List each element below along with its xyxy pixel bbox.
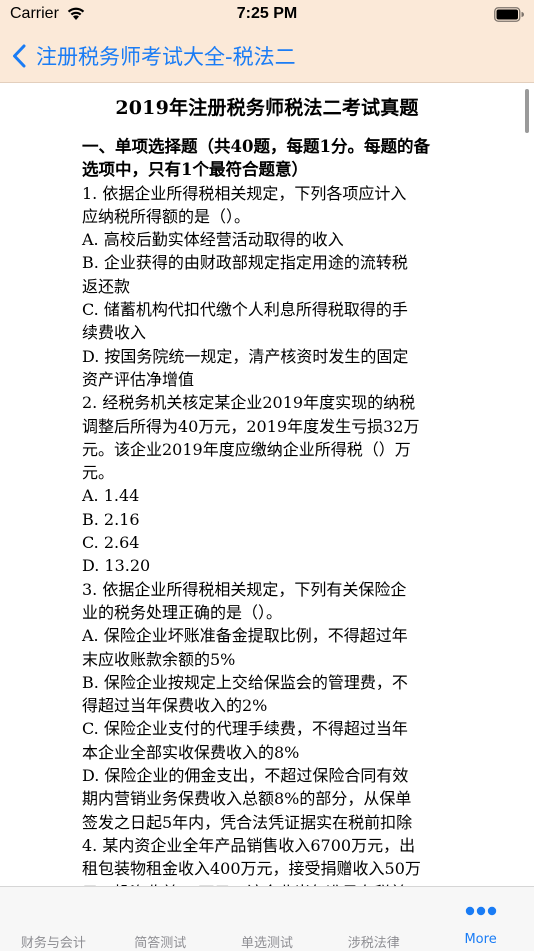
tab-label: 单选测试 xyxy=(240,936,293,951)
document-title: 2019年注册税务师税法二考试真题 xyxy=(115,97,419,119)
tab-label: More xyxy=(464,932,497,947)
tab-more[interactable]: More xyxy=(427,887,534,951)
document-line: 续费收入 xyxy=(82,323,147,343)
section-heading: 一、单项选择题（共40题，每题1分。每题的备 选项中，只有1个最符合题意） xyxy=(82,135,458,182)
document-line: 签发之日起5年内，凭合法凭证据实在税前扣除 xyxy=(82,812,413,832)
document-line: 调整后所得为40万元，2019年度发生亏损32万 xyxy=(82,416,420,436)
document-line: D. 13.20 xyxy=(82,556,151,576)
document-line: A. 高校后勤实体经营活动取得的收入 xyxy=(82,230,344,250)
clock-time: 7:25 PM xyxy=(236,5,298,22)
chevron-left-icon xyxy=(13,44,26,68)
tab-short-answer-test[interactable]: 简答测试 xyxy=(107,887,214,951)
section-heading-line: 一、单项选择题（共40题，每题1分。每题的备 xyxy=(82,137,430,156)
tab-label: 简答测试 xyxy=(134,936,187,951)
document-line: B. 企业获得的由财政部规定指定用途的流转税 xyxy=(82,253,408,273)
document-line: 3. 依据企业所得税相关规定，下列有关保险企 xyxy=(82,579,407,599)
section-heading-line: 选项中，只有1个最符合题意） xyxy=(82,160,308,180)
document-line: 1. 依据企业所得税相关规定，下列各项应计入 xyxy=(82,183,407,203)
document-line: A. 1.44 xyxy=(82,486,140,506)
tab-label: 财务与会计 xyxy=(20,936,86,951)
tab-single-choice-test[interactable]: 单选测试 xyxy=(214,887,321,951)
battery-icon xyxy=(494,7,524,22)
document-line: D. 按国务院统一规定，清产核资时发生的固定 xyxy=(82,346,409,366)
document-body: 一、单项选择题（共40题，每题1分。每题的备 选项中，只有1个最符合题意） 1.… xyxy=(82,135,458,886)
document-line: 末应收账款余额的5% xyxy=(82,649,236,669)
document-line: 租包装物租金收入400万元，接受捐赠收入50万 xyxy=(82,859,421,879)
question-text: 1. 依据企业所得税相关规定，下列各项应计入 应纳税所得额的是（）。 A. 高校后勤… xyxy=(82,182,458,886)
document-line: 返还款 xyxy=(82,276,131,296)
back-button[interactable]: 注册税务师考试大全-税法二 xyxy=(12,38,296,74)
document-line: 元。该企业2019年度应缴纳企业所得税（）万 xyxy=(82,439,411,459)
document-line: 业的税务处理正确的是（）。 xyxy=(82,602,283,622)
document-line: 本企业全部实收保费收入的8% xyxy=(82,742,300,762)
navigation-bar: 注册税务师考试大全-税法二 xyxy=(0,30,534,83)
document-line: B. 2.16 xyxy=(82,509,140,529)
document-line: B. 保险企业按规定上交给保监会的管理费，不 xyxy=(82,672,408,692)
more-dots-icon xyxy=(465,906,497,916)
document-line: 应纳税所得额的是（）。 xyxy=(82,206,251,226)
tab-label: 涉税法律 xyxy=(347,936,400,951)
document-line: C. 保险企业支付的代理手续费，不得超过当年 xyxy=(82,719,408,739)
document-line: 期内营销业务保费收入总额8%的部分，从保单 xyxy=(82,789,412,809)
nav-title: 注册税务师考试大全-税法二 xyxy=(36,45,296,69)
document-line: 元。 xyxy=(82,463,115,483)
scroll-indicator[interactable] xyxy=(525,89,529,133)
document-line: 4. 某内资企业全年产品销售收入6700万元，出 xyxy=(82,835,416,855)
document-line: D. 保险企业的佣金支出，不超过保险合同有效 xyxy=(82,766,409,786)
document-line: C. 储蓄机构代扣代缴个人利息所得税取得的手 xyxy=(82,300,408,320)
document-scroll-view[interactable]: 2019年注册税务师税法二考试真题 一、单项选择题（共40题，每题1分。每题的备… xyxy=(0,83,534,886)
document-line: 资产评估净增值 xyxy=(82,369,195,389)
tab-tax-law[interactable]: 涉税法律 xyxy=(320,887,427,951)
tab-bar: 财务与会计 简答测试 单选测试 涉税法律 More xyxy=(0,886,534,951)
status-bar: Carrier 7:25 PM xyxy=(0,0,534,30)
document-line: C. 2.64 xyxy=(82,533,140,553)
document-line: A. 保险企业坏账准备金提取比例，不得超过年 xyxy=(82,626,408,646)
document-line: 2. 经税务机关核定某企业2019年度实现的纳税 xyxy=(82,393,416,413)
document-line: 得超过当年保费收入的2% xyxy=(82,696,268,716)
tab-finance-accounting[interactable]: 财务与会计 xyxy=(0,887,107,951)
